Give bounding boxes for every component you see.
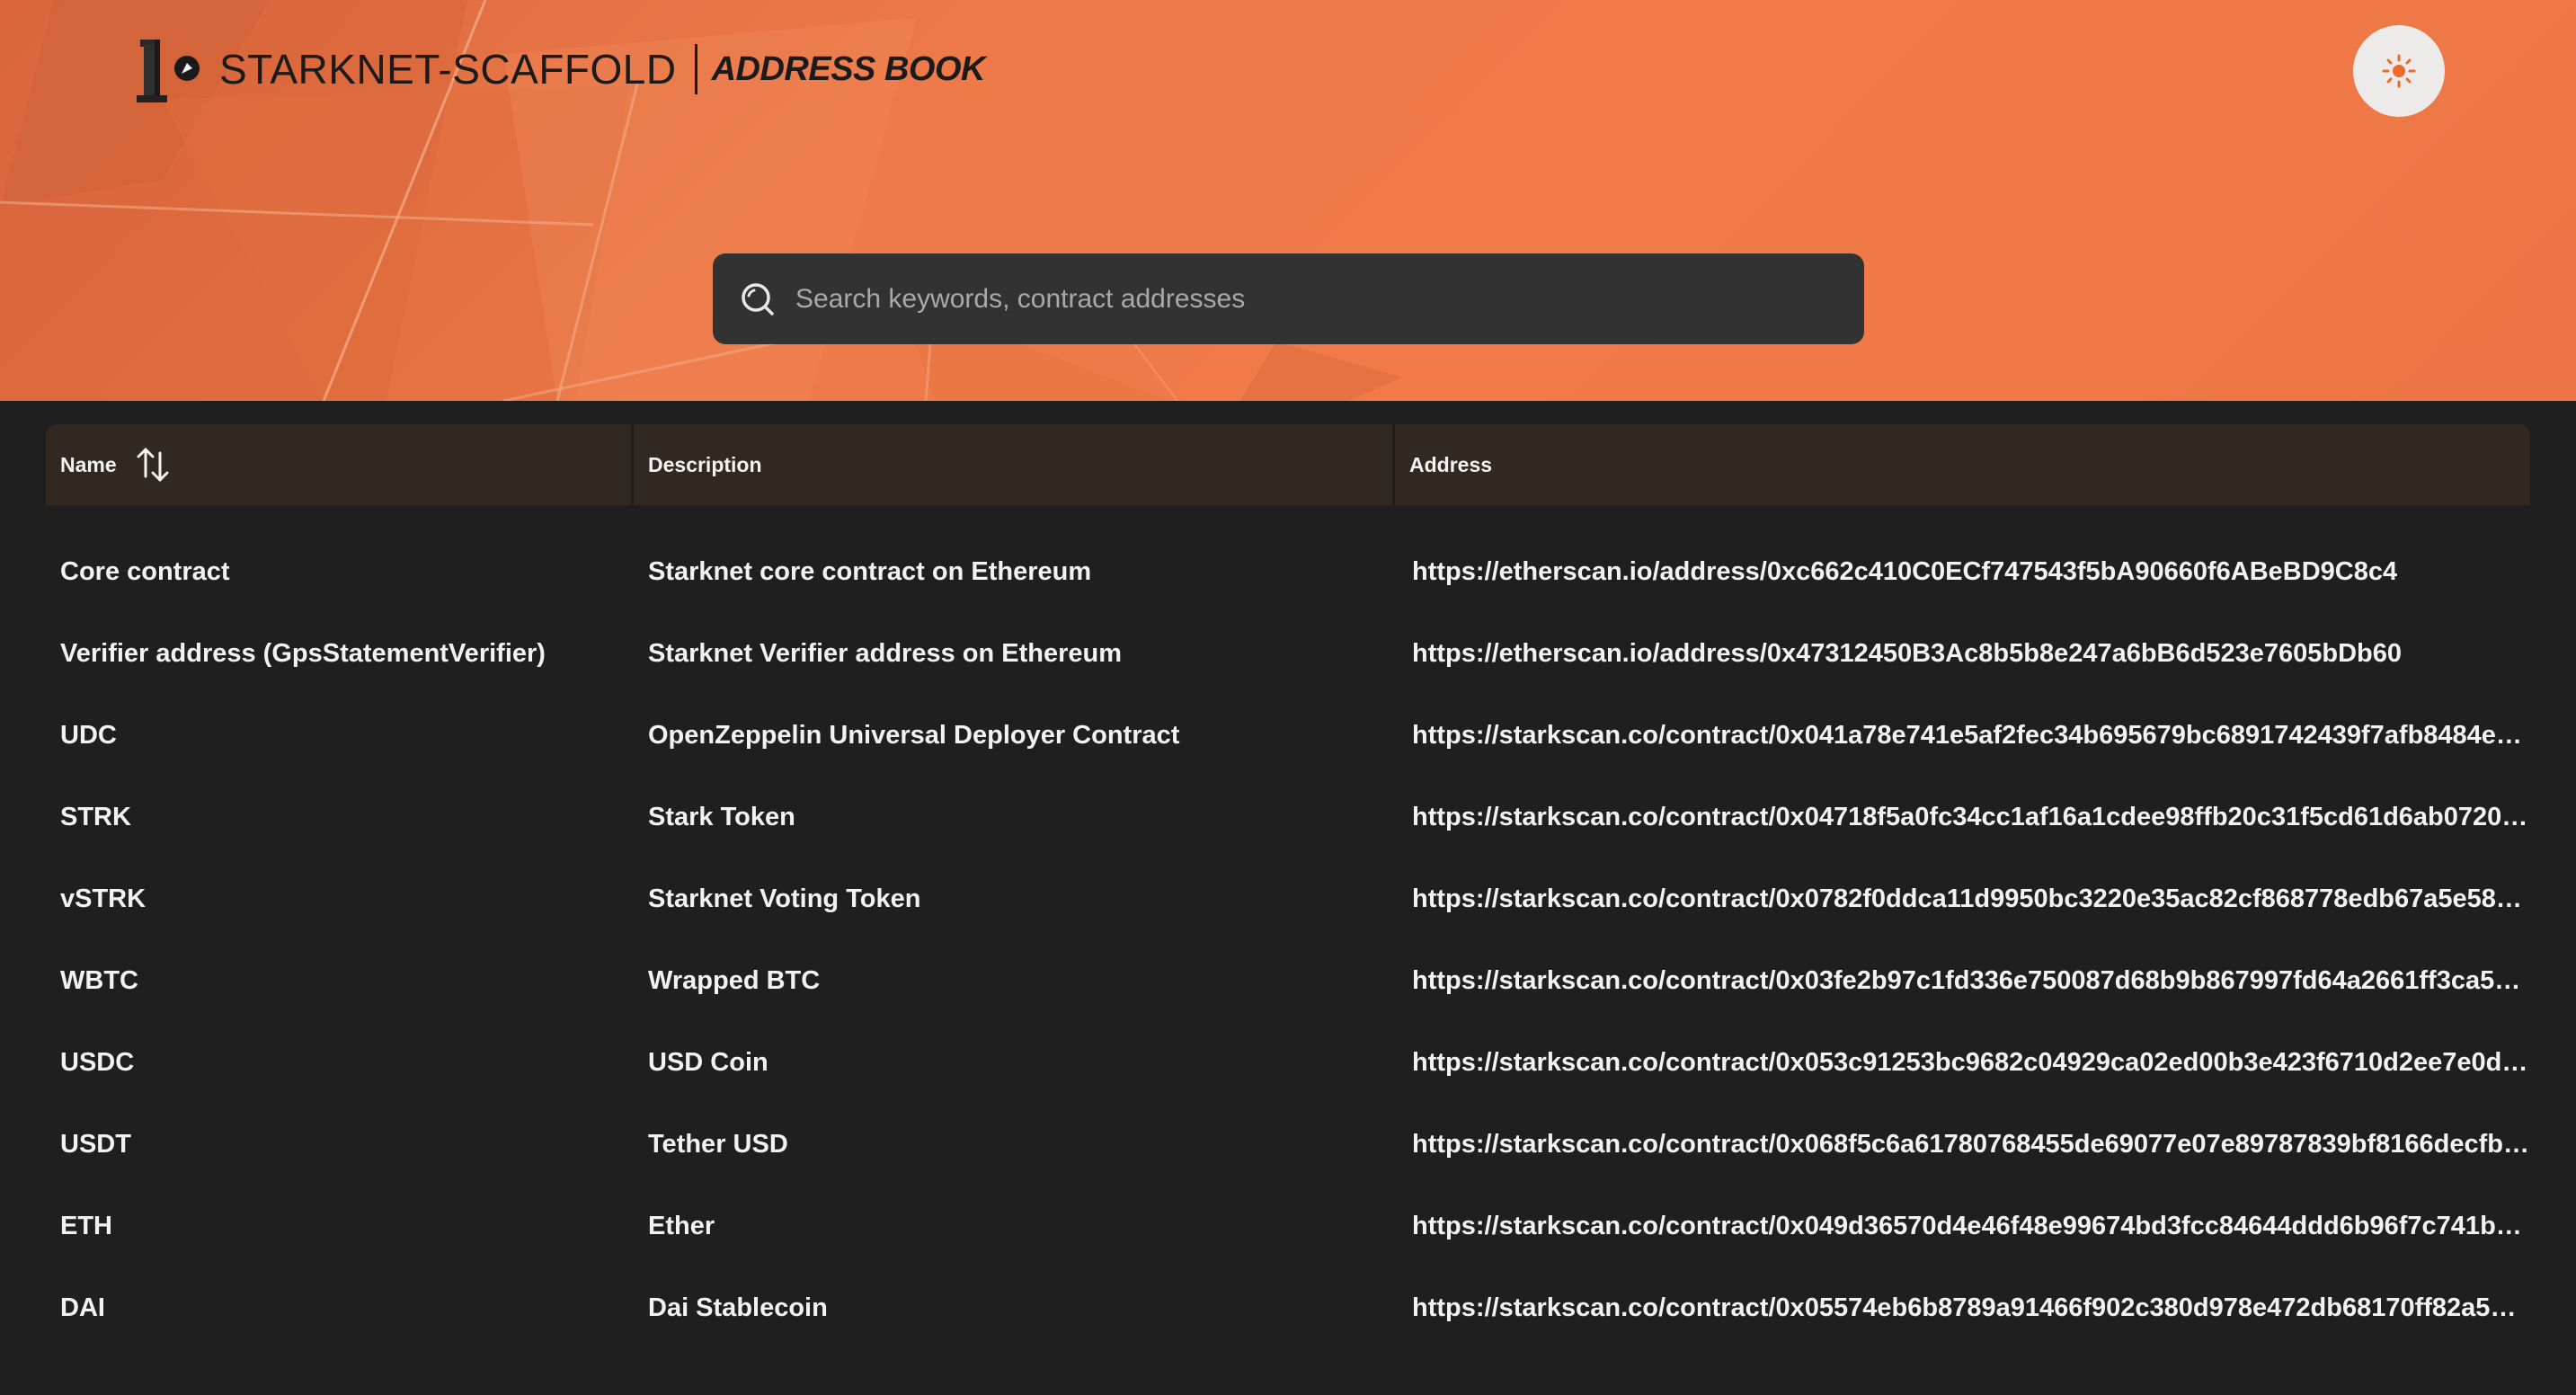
- cell-description: Stark Token: [648, 803, 795, 831]
- cell-description: Ether: [648, 1212, 715, 1240]
- search-bar[interactable]: [713, 253, 1864, 344]
- theme-toggle-button[interactable]: [2353, 25, 2445, 117]
- cell-description: Starknet core contract on Ethereum: [648, 557, 1092, 586]
- cell-name: WBTC: [60, 966, 138, 995]
- cell-description: Starknet Verifier address on Ethereum: [648, 639, 1123, 668]
- cell-name: Core contract: [60, 557, 230, 586]
- cell-name: ETH: [60, 1212, 112, 1240]
- table-row: USDT Tether USD https://starkscan.co/con…: [46, 1104, 2530, 1186]
- cell-name: USDC: [60, 1048, 135, 1077]
- table-row: USDC USD Coin https://starkscan.co/contr…: [46, 1022, 2530, 1104]
- brand-divider: [694, 44, 697, 94]
- table-row: Verifier address (GpsStatementVerifier) …: [46, 613, 2530, 695]
- table-row: Core contract Starknet core contract on …: [46, 531, 2530, 613]
- cell-address-link[interactable]: https://starkscan.co/contract/0x053c9125…: [1395, 1048, 2530, 1078]
- cell-address-link[interactable]: https://starkscan.co/contract/0x04718f5a…: [1395, 803, 2530, 832]
- cell-description: Wrapped BTC: [648, 966, 821, 995]
- column-header-address-label: Address: [1409, 452, 1493, 476]
- sun-icon: [2382, 54, 2416, 88]
- column-header-description: Description: [631, 424, 1392, 505]
- cell-address-link[interactable]: https://etherscan.io/address/0x47312450B…: [1395, 639, 2530, 669]
- cell-name: STRK: [60, 803, 131, 831]
- cell-address-link[interactable]: https://starkscan.co/contract/0x068f5c6a…: [1395, 1130, 2530, 1160]
- table-row: vSTRK Starknet Voting Token https://star…: [46, 858, 2530, 940]
- cell-name: vSTRK: [60, 884, 147, 913]
- cell-address-link[interactable]: https://starkscan.co/contract/0x03fe2b97…: [1395, 966, 2530, 996]
- cell-address-link[interactable]: https://starkscan.co/contract/0x0782f0dd…: [1395, 884, 2530, 914]
- cell-description: OpenZeppelin Universal Deployer Contract: [648, 721, 1180, 750]
- brand-name: STARKNET-SCAFFOLD: [219, 46, 677, 93]
- cell-description: USD Coin: [648, 1048, 768, 1077]
- search-input[interactable]: [795, 271, 1864, 326]
- column-header-description-label: Description: [648, 452, 762, 476]
- address-table: Name Description Address Core contract S…: [46, 424, 2530, 1349]
- column-header-name-label: Name: [60, 452, 117, 476]
- brand[interactable]: STARKNET-SCAFFOLD ADDRESS BOOK: [135, 32, 985, 106]
- cell-description: Dai Stablecoin: [648, 1293, 828, 1322]
- column-header-name[interactable]: Name: [46, 424, 631, 505]
- table-row: DAI Dai Stablecoin https://starkscan.co/…: [46, 1267, 2530, 1349]
- table-row: STRK Stark Token https://starkscan.co/co…: [46, 777, 2530, 858]
- cell-name: USDT: [60, 1130, 131, 1159]
- column-header-address: Address: [1392, 424, 2530, 505]
- starknet-scaffold-logo-icon: [137, 40, 200, 102]
- hero-banner: STARKNET-SCAFFOLD ADDRESS BOOK: [0, 0, 2576, 401]
- cell-address-link[interactable]: https://starkscan.co/contract/0x049d3657…: [1395, 1212, 2530, 1241]
- cell-name: DAI: [60, 1293, 105, 1322]
- sort-icon[interactable]: [135, 446, 171, 484]
- cell-address-link[interactable]: https://starkscan.co/contract/0x041a78e7…: [1395, 721, 2530, 751]
- cell-description: Tether USD: [648, 1130, 788, 1159]
- table-header: Name Description Address: [46, 424, 2530, 505]
- cell-name: Verifier address (GpsStatementVerifier): [60, 639, 546, 668]
- cell-address-link[interactable]: https://starkscan.co/contract/0x05574eb6…: [1395, 1293, 2530, 1323]
- table-row: ETH Ether https://starkscan.co/contract/…: [46, 1186, 2530, 1267]
- cell-name: UDC: [60, 721, 117, 750]
- search-icon: [742, 282, 774, 315]
- cell-address-link[interactable]: https://etherscan.io/address/0xc662c410C…: [1395, 557, 2530, 587]
- page-title: ADDRESS BOOK: [711, 49, 986, 88]
- table-row: WBTC Wrapped BTC https://starkscan.co/co…: [46, 940, 2530, 1022]
- table-row: UDC OpenZeppelin Universal Deployer Cont…: [46, 695, 2530, 777]
- cell-description: Starknet Voting Token: [648, 884, 921, 913]
- table-body: Core contract Starknet core contract on …: [46, 531, 2530, 1349]
